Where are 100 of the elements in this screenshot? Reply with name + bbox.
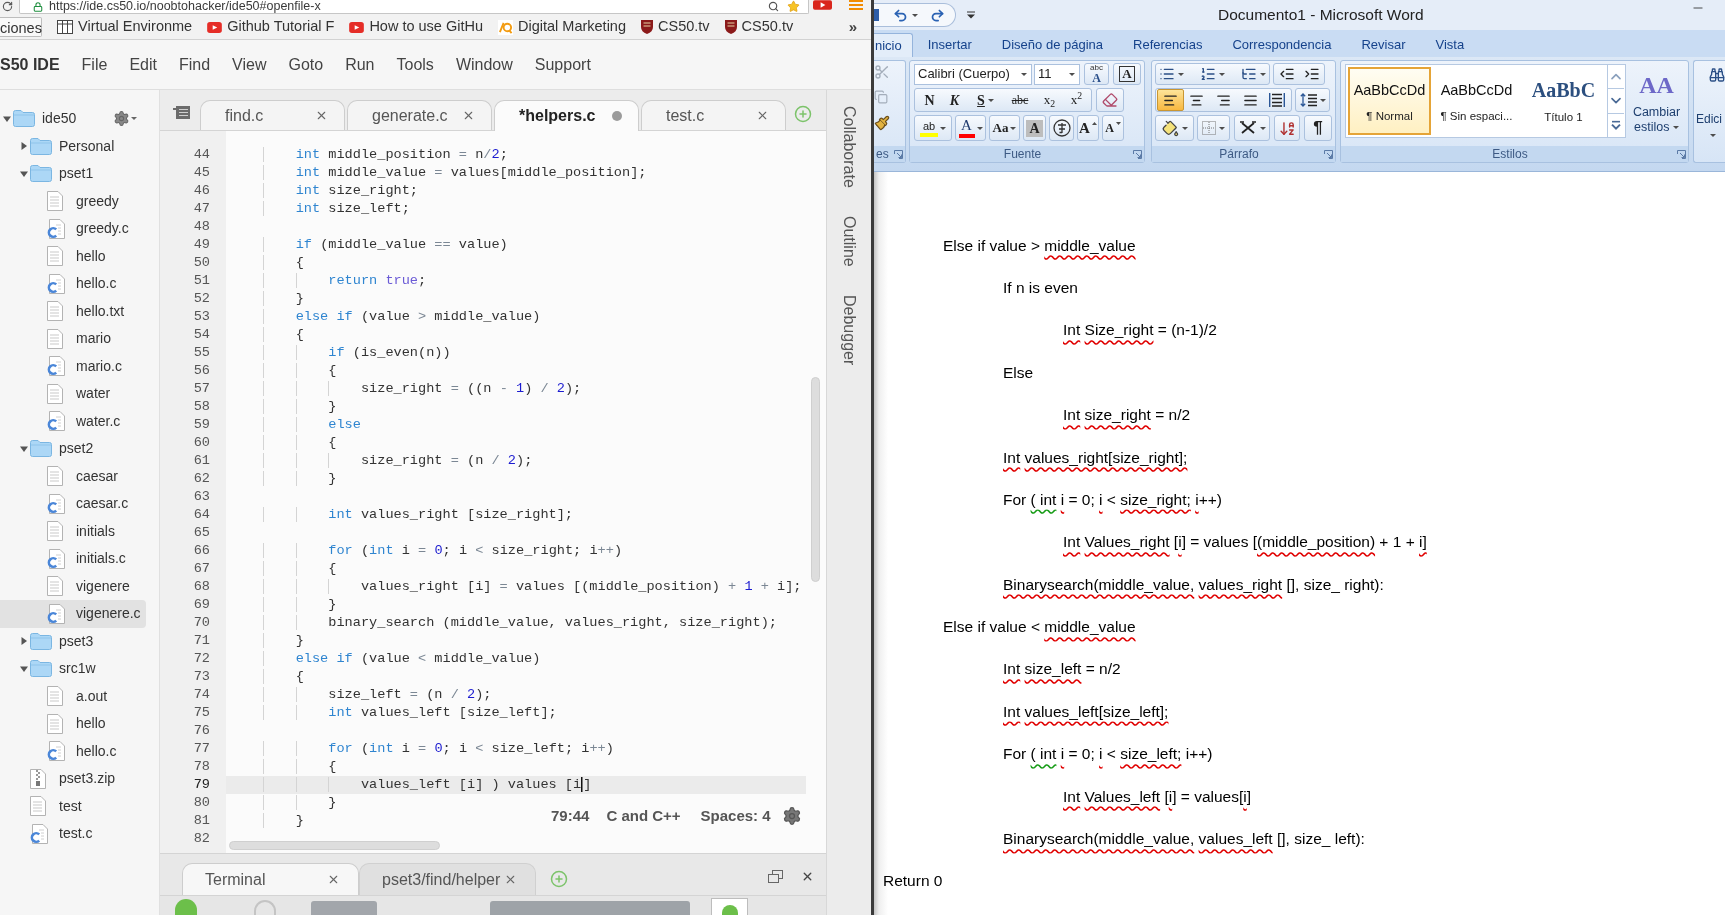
tree-item[interactable]: vigenere.c <box>0 600 146 628</box>
close-icon[interactable] <box>504 873 517 886</box>
redo-icon[interactable] <box>930 7 945 23</box>
menu-item[interactable]: Find <box>178 52 211 77</box>
text-direction-button[interactable] <box>1234 115 1270 141</box>
tree-item[interactable]: src1w <box>0 655 146 683</box>
change-case-button[interactable]: Aa <box>989 115 1020 141</box>
tree-item[interactable]: a.out <box>0 682 146 710</box>
change-styles-button[interactable]: AA Cambiar estilos <box>1629 64 1684 146</box>
tree-item[interactable]: initials <box>0 517 146 545</box>
close-icon[interactable] <box>801 870 814 883</box>
triangle-down-icon[interactable] <box>20 444 28 453</box>
editing-button[interactable]: Edici <box>1693 60 1725 163</box>
triangle-right-icon[interactable] <box>20 142 28 151</box>
tree-item[interactable]: pset1 <box>0 160 146 188</box>
editor-tab[interactable]: test.c <box>641 100 786 130</box>
side-panel-tab[interactable]: Outline <box>837 215 861 267</box>
tree-item[interactable]: pset3 <box>0 627 146 655</box>
tree-item[interactable]: hello.c <box>0 737 146 765</box>
font-style-button[interactable]: N <box>917 90 942 110</box>
play-button-icon[interactable] <box>813 0 832 10</box>
tree-item[interactable]: pset2 <box>0 435 146 463</box>
tree-item[interactable]: test <box>0 792 146 820</box>
ribbon-tab[interactable]: Insertar <box>912 33 987 57</box>
ribbon-tab[interactable]: Correspondencia <box>1217 33 1347 57</box>
tree-item[interactable]: hello.c <box>0 270 146 298</box>
multilevel-list-button[interactable] <box>1241 66 1266 82</box>
ribbon-tab[interactable]: nicio <box>874 33 913 57</box>
side-panel-tab[interactable]: Debugger <box>837 294 861 365</box>
editor-tab[interactable]: *helpers.c <box>494 100 639 131</box>
tree-item[interactable]: ide50 <box>0 105 146 133</box>
decrease-indent-icon[interactable] <box>1278 66 1295 82</box>
undo-icon[interactable] <box>893 7 908 23</box>
style-tile[interactable]: AaBbC Título 1 <box>1522 67 1605 135</box>
bookmark-link[interactable]: Digital Marketing <box>498 16 626 38</box>
bullets-button[interactable] <box>1159 66 1184 82</box>
triangle-down-icon[interactable] <box>3 114 11 123</box>
ribbon-tab[interactable]: Revisar <box>1346 33 1421 57</box>
enclose-characters-button[interactable] <box>1049 115 1074 141</box>
close-icon[interactable] <box>327 873 340 886</box>
settings-icon[interactable] <box>113 110 130 128</box>
font-style-button[interactable]: abc <box>1004 90 1036 110</box>
side-panel-tab[interactable]: Collaborate <box>837 106 861 188</box>
indent-setting[interactable]: Spaces: 4 <box>700 806 771 826</box>
sort-button[interactable] <box>1274 115 1300 141</box>
shading-button[interactable] <box>1155 115 1194 141</box>
editor-tab[interactable]: find.c <box>200 100 345 130</box>
tree-item[interactable]: caesar.c <box>0 490 146 518</box>
line-spacing-button[interactable] <box>1295 88 1330 112</box>
bookmark-link[interactable]: Virtual Environme <box>57 16 193 38</box>
menu-item[interactable]: Run <box>345 52 375 77</box>
font-style-button[interactable]: x$^{2}$ <box>1063 90 1090 110</box>
tree-item[interactable]: initials.c <box>0 545 146 573</box>
close-icon[interactable] <box>462 109 475 122</box>
phonetic-guide-button[interactable]: abc A <box>1084 63 1109 85</box>
font-name-combo[interactable]: Calibri (Cuerpo) <box>914 63 1032 85</box>
ribbon-tab[interactable]: Referencias <box>1118 33 1218 57</box>
bookmark-link[interactable]: How to use GitHu <box>349 16 483 38</box>
dialog-launcher-icon[interactable] <box>1133 149 1142 159</box>
ribbon-tab[interactable]: Diseño de página <box>986 33 1119 57</box>
tree-item[interactable]: greedy <box>0 187 146 215</box>
font-style-button[interactable]: x$_{2}$ <box>1036 90 1063 110</box>
style-tile[interactable]: AaBbCcDd ¶ Sin espaci... <box>1435 67 1518 135</box>
dialog-launcher-icon[interactable] <box>1324 149 1333 159</box>
star-icon[interactable] <box>787 0 800 13</box>
menu-item[interactable]: Goto <box>288 52 324 77</box>
font-style-button[interactable]: K <box>942 90 967 110</box>
character-shading-button[interactable]: A <box>1023 115 1046 141</box>
paintbrush-icon[interactable] <box>874 114 890 132</box>
ribbon-tab[interactable]: Vista <box>1420 33 1480 57</box>
triangle-down-icon[interactable] <box>20 664 28 673</box>
tree-item[interactable]: hello.txt <box>0 297 146 325</box>
tree-item[interactable]: greedy.c <box>0 215 146 243</box>
console-tab[interactable]: pset3/find/helper <box>359 863 536 895</box>
address-field[interactable]: https://ide.cs50.io/noobtohacker/ide50#openfile-x <box>19 0 809 14</box>
menu-item[interactable]: Support <box>534 52 591 77</box>
character-border-button[interactable]: A <box>1113 63 1141 85</box>
horizontal-scrollbar[interactable] <box>229 841 440 850</box>
language-mode[interactable]: C and C++ <box>606 806 681 826</box>
menu-item[interactable]: Edit <box>129 52 157 77</box>
reload-icon[interactable] <box>2 1 13 12</box>
settings-icon[interactable] <box>781 806 802 826</box>
search-icon[interactable] <box>768 1 779 12</box>
menu-item[interactable]: Window <box>455 52 513 77</box>
bookmarks-overflow-button[interactable]: » <box>848 15 857 39</box>
tree-item[interactable]: test.c <box>0 820 146 848</box>
close-icon[interactable] <box>756 109 769 122</box>
tree-item[interactable]: mario <box>0 325 146 353</box>
menu-item[interactable]: Tools <box>396 52 434 77</box>
menu-item[interactable]: View <box>232 52 267 77</box>
triangle-down-icon[interactable] <box>20 169 28 178</box>
panel-toggle-icon[interactable] <box>173 106 190 119</box>
apps-button[interactable]: ciones <box>0 17 42 37</box>
highlight-button[interactable]: ab <box>914 115 952 141</box>
grow-font-button[interactable]: A <box>1077 115 1099 141</box>
editor-tab[interactable]: generate.c <box>347 100 492 130</box>
alignment-button[interactable] <box>1157 89 1184 111</box>
vertical-scrollbar[interactable] <box>811 377 820 582</box>
restore-window-icon[interactable] <box>768 870 783 883</box>
command-field[interactable] <box>490 901 690 915</box>
